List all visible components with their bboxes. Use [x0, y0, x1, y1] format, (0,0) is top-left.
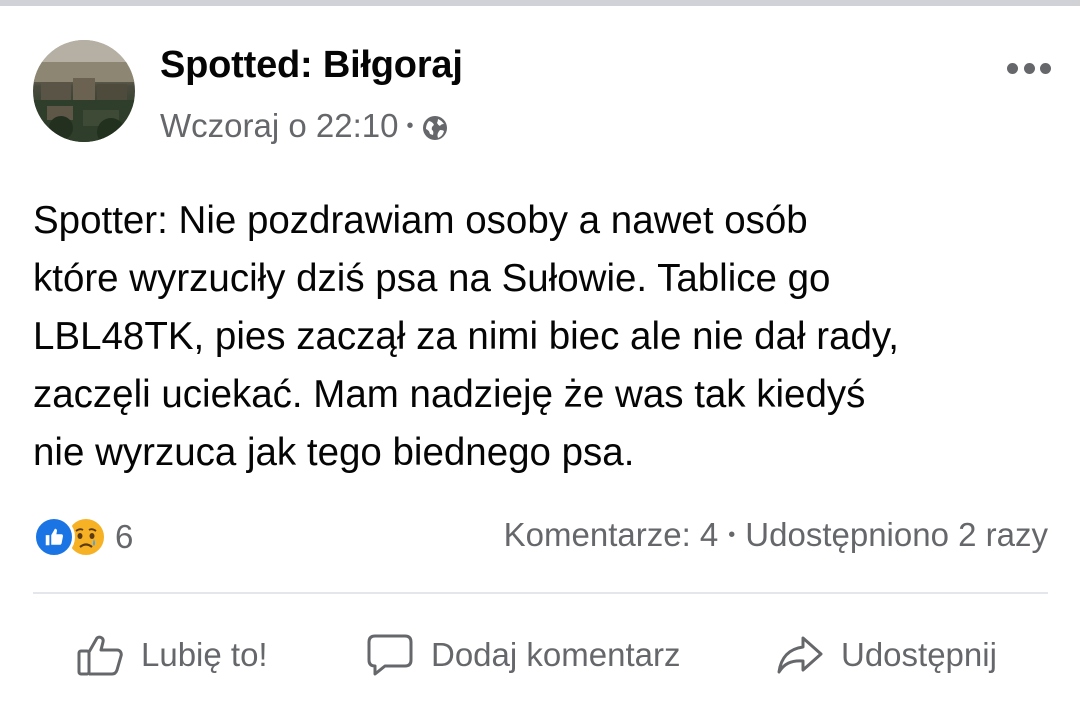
comment-bubble-icon [365, 630, 415, 680]
like-button-label: Lubię to! [141, 636, 268, 673]
engagement-counts: Komentarze: 4 • Udostępniono 2 razy [504, 516, 1048, 554]
like-button[interactable]: Lubię to! [75, 615, 268, 695]
page-avatar[interactable] [33, 40, 135, 142]
post-actions-bar: Lubię to! Dodaj komentarz Udostępnij [33, 615, 1048, 695]
shares-count-link[interactable]: Udostępniono 2 razy [745, 516, 1048, 554]
thumbs-up-icon [75, 630, 125, 680]
like-reaction-icon [33, 516, 75, 558]
share-arrow-icon [775, 630, 825, 680]
avatar-photo [33, 40, 135, 142]
actions-divider [33, 592, 1048, 594]
globe-icon [421, 112, 449, 140]
stats-separator: • [728, 523, 736, 546]
page-name[interactable]: Spotted: Biłgoraj [160, 44, 463, 87]
reaction-summary[interactable]: 6 [33, 516, 133, 558]
post-body-text: Spotter: Nie pozdrawiam osoby a nawet os… [33, 199, 899, 474]
post-stats: 6 Komentarze: 4 • Udostępniono 2 razy [33, 512, 1048, 562]
post-timestamp[interactable]: Wczoraj o 22:10 [160, 107, 398, 145]
share-button-label: Udostępnij [841, 636, 997, 673]
comment-button-label: Dodaj komentarz [431, 636, 681, 673]
top-divider-bar [0, 0, 1080, 6]
post-header: Spotted: Biłgoraj Wczoraj o 22:10 • [33, 40, 1053, 150]
more-options-icon[interactable] [1007, 58, 1051, 78]
comments-count-link[interactable]: Komentarze: 4 [504, 516, 719, 554]
reaction-count: 6 [115, 518, 134, 555]
post-meta: Wczoraj o 22:10 • [160, 106, 449, 146]
meta-separator: • [406, 114, 414, 137]
share-button[interactable]: Udostępnij [775, 615, 997, 695]
comment-button[interactable]: Dodaj komentarz [365, 615, 680, 695]
